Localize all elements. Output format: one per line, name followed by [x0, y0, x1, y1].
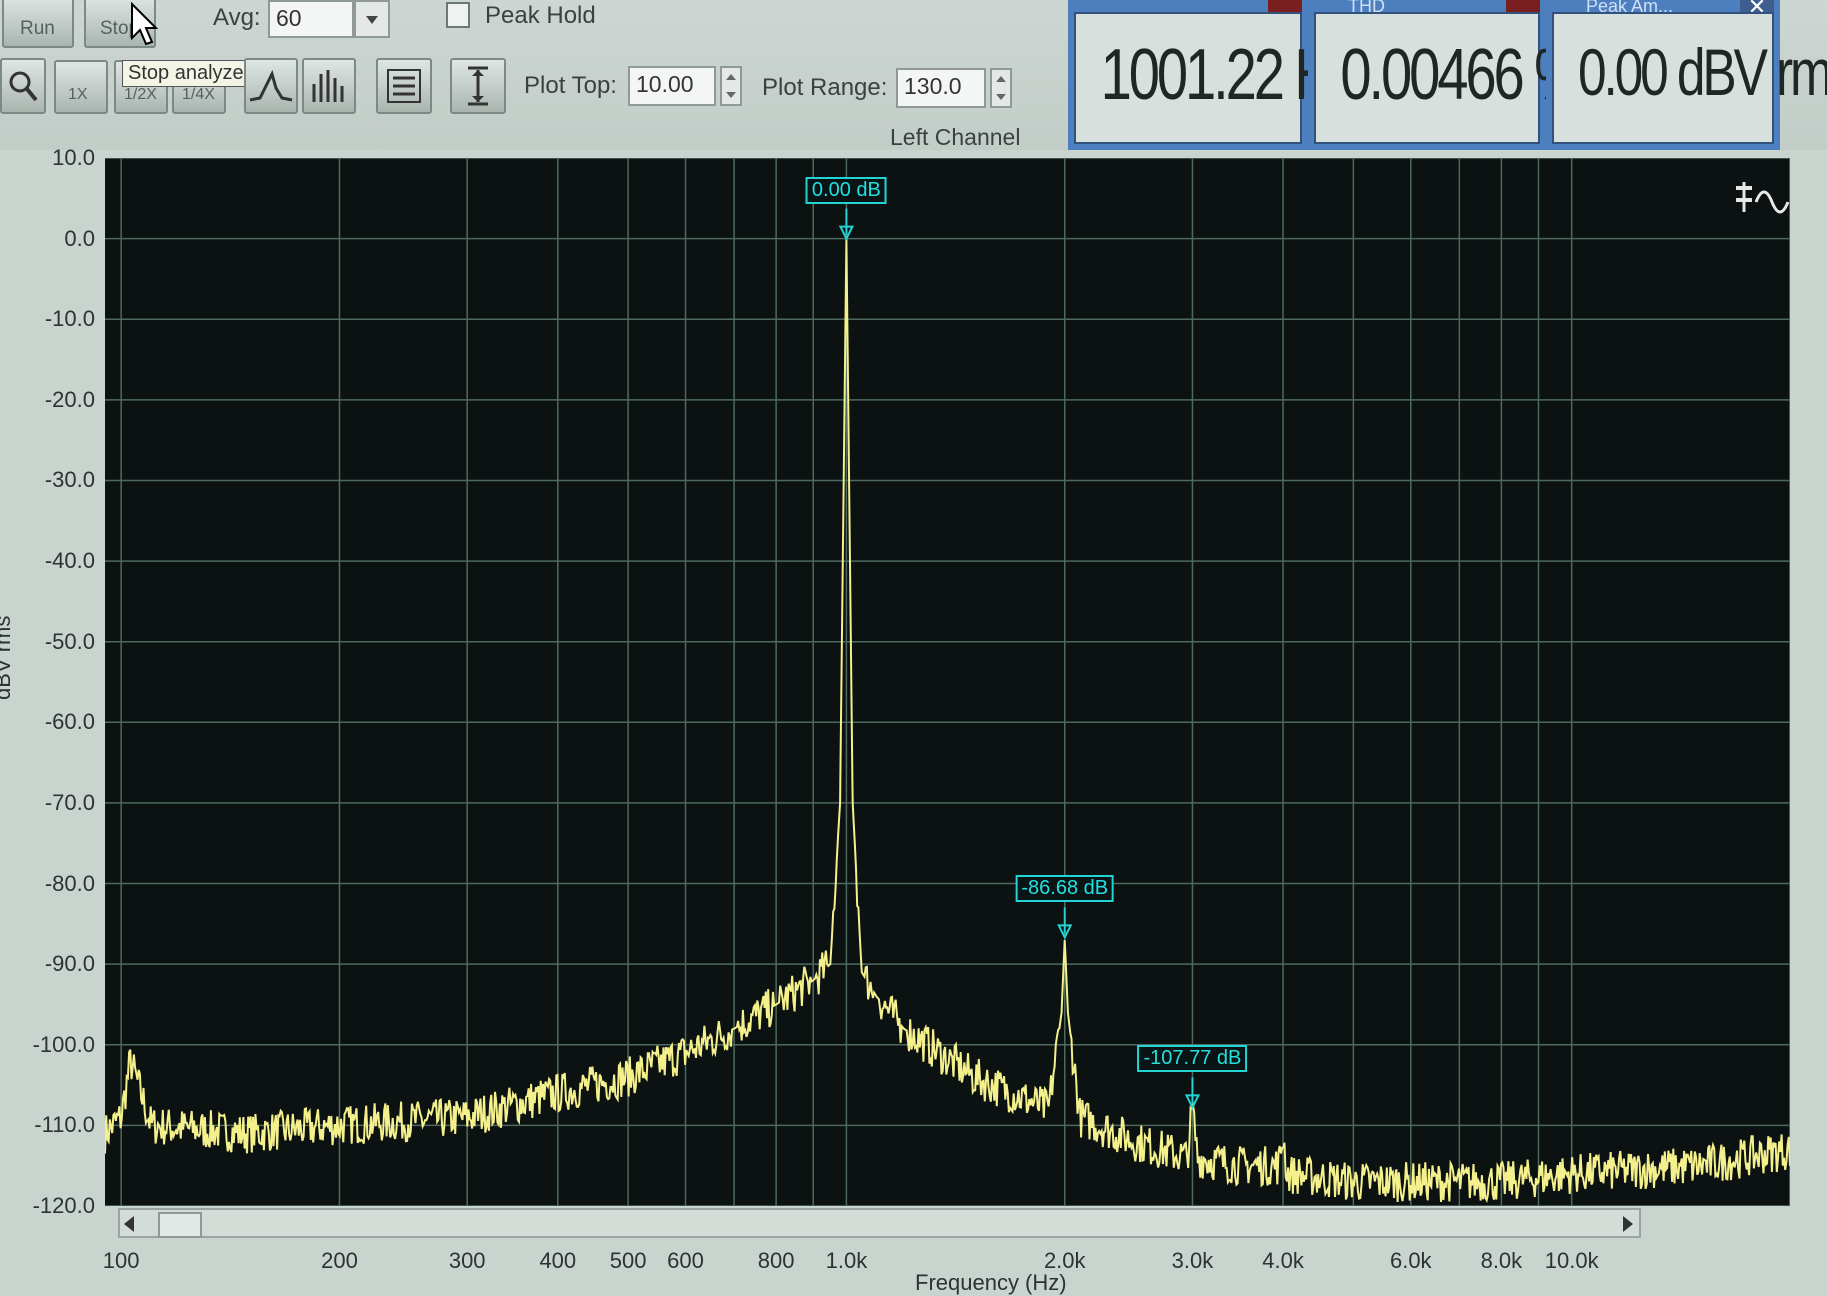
- zoom-1x-label: 1X: [68, 86, 88, 103]
- avg-dropdown-button[interactable]: [354, 0, 390, 38]
- x-tick-label: 100: [102, 1248, 140, 1273]
- y-tick-label: -120.0: [32, 1193, 95, 1218]
- x-tick-label: 6.0k: [1389, 1248, 1432, 1273]
- plot-range-spinner[interactable]: [990, 68, 1012, 108]
- x-axis-label: Frequency (Hz): [915, 1270, 1067, 1295]
- plot-range-input[interactable]: 130.0: [896, 68, 986, 108]
- x-tick-label: 3.0k: [1171, 1248, 1214, 1273]
- run-button[interactable]: Run: [2, 0, 74, 48]
- x-tick-label: 500: [609, 1248, 647, 1273]
- y-tick-label: -80.0: [44, 870, 95, 896]
- horizontal-scrollbar[interactable]: [118, 1208, 1641, 1238]
- marker-label[interactable]: -86.68 dB: [1015, 875, 1115, 903]
- y-tick-label: -90.0: [44, 951, 95, 977]
- x-tick-label: 1.0k: [825, 1248, 868, 1273]
- zoom-half-label: 1/2X: [124, 86, 157, 103]
- chevron-down-icon: [366, 16, 378, 24]
- avg-input[interactable]: 60: [268, 0, 354, 38]
- y-tick-label: -110.0: [34, 1112, 95, 1138]
- autoscale-button[interactable]: [450, 58, 506, 114]
- settings-list-button[interactable]: [376, 58, 432, 114]
- x-tick-label: 8.0k: [1480, 1248, 1523, 1273]
- x-tick-label: 300: [448, 1248, 486, 1273]
- x-tick-label: 400: [539, 1248, 577, 1273]
- y-tick-label: -30.0: [44, 467, 95, 493]
- frequency-meter: 1001.22 Hz: [1068, 0, 1360, 150]
- y-tick-label: -40.0: [44, 548, 95, 574]
- zoom-button[interactable]: [0, 58, 46, 114]
- zoom-icon: [9, 71, 38, 102]
- marker-label[interactable]: 0.00 dB: [805, 176, 887, 204]
- settings-list-icon: [387, 69, 421, 103]
- plot-top-spinner[interactable]: [720, 66, 742, 106]
- scrollbar-thumb[interactable]: [158, 1212, 202, 1238]
- y-tick-label: -50.0: [44, 628, 95, 654]
- y-tick-label: 0.0: [64, 225, 95, 251]
- y-tick-label: -70.0: [44, 789, 95, 815]
- plot-top-input[interactable]: 10.00: [628, 66, 716, 106]
- stop-analyzer-tooltip: Stop analyzer: [122, 60, 257, 87]
- peak-hold-checkbox[interactable]: [446, 2, 470, 28]
- spectrum-plot[interactable]: [105, 158, 1790, 1206]
- x-tick-label: 4.0k: [1262, 1248, 1304, 1273]
- peak-hold-label: Peak Hold: [485, 2, 596, 29]
- peak-amplitude-meter: Peak Am... ✕ 0.00 dBV rms: [1546, 0, 1827, 150]
- frequency-meter-value: 1001.22 Hz: [1100, 35, 1360, 115]
- y-tick-label: -10.0: [44, 306, 95, 332]
- y-tick-label: -20.0: [44, 386, 95, 412]
- spectrum-button[interactable]: [302, 58, 356, 114]
- plot-background: [105, 158, 1790, 1206]
- time-domain-icon: [249, 69, 293, 102]
- x-tick-label: 600: [667, 1248, 704, 1273]
- mouse-cursor-icon: [131, 2, 158, 46]
- x-tick-label: 10.0k: [1544, 1248, 1599, 1273]
- peak-amplitude-meter-value: 0.00 dBV rms: [1577, 35, 1827, 109]
- y-tick-label: 10.0: [52, 145, 95, 170]
- x-tick-label: 800: [757, 1248, 795, 1273]
- y-tick-label: -60.0: [44, 709, 95, 735]
- marker-label[interactable]: -107.77 dB: [1137, 1045, 1248, 1073]
- x-tick-label: 200: [321, 1248, 358, 1273]
- thd-meter: THD 0.00466 %: [1308, 0, 1584, 150]
- zoom-1x-button[interactable]: 1X: [54, 60, 108, 114]
- spectrum-icon: [312, 70, 344, 102]
- scroll-right-icon[interactable]: [1623, 1216, 1633, 1232]
- scroll-left-icon[interactable]: [124, 1216, 134, 1232]
- waveform-icon[interactable]: [1718, 178, 1792, 222]
- zoom-quarter-label: 1/4X: [182, 86, 215, 103]
- plot-top-label: Plot Top:: [524, 72, 617, 99]
- thd-meter-value: 0.00466 %: [1340, 35, 1584, 115]
- autoscale-icon: [468, 66, 488, 106]
- y-tick-label: -100.0: [32, 1031, 95, 1057]
- run-button-label: Run: [20, 18, 55, 39]
- chart-title: Left Channel: [890, 124, 1021, 150]
- avg-label: Avg:: [213, 4, 261, 31]
- time-domain-button[interactable]: [244, 58, 298, 114]
- plot-range-label: Plot Range:: [762, 74, 888, 101]
